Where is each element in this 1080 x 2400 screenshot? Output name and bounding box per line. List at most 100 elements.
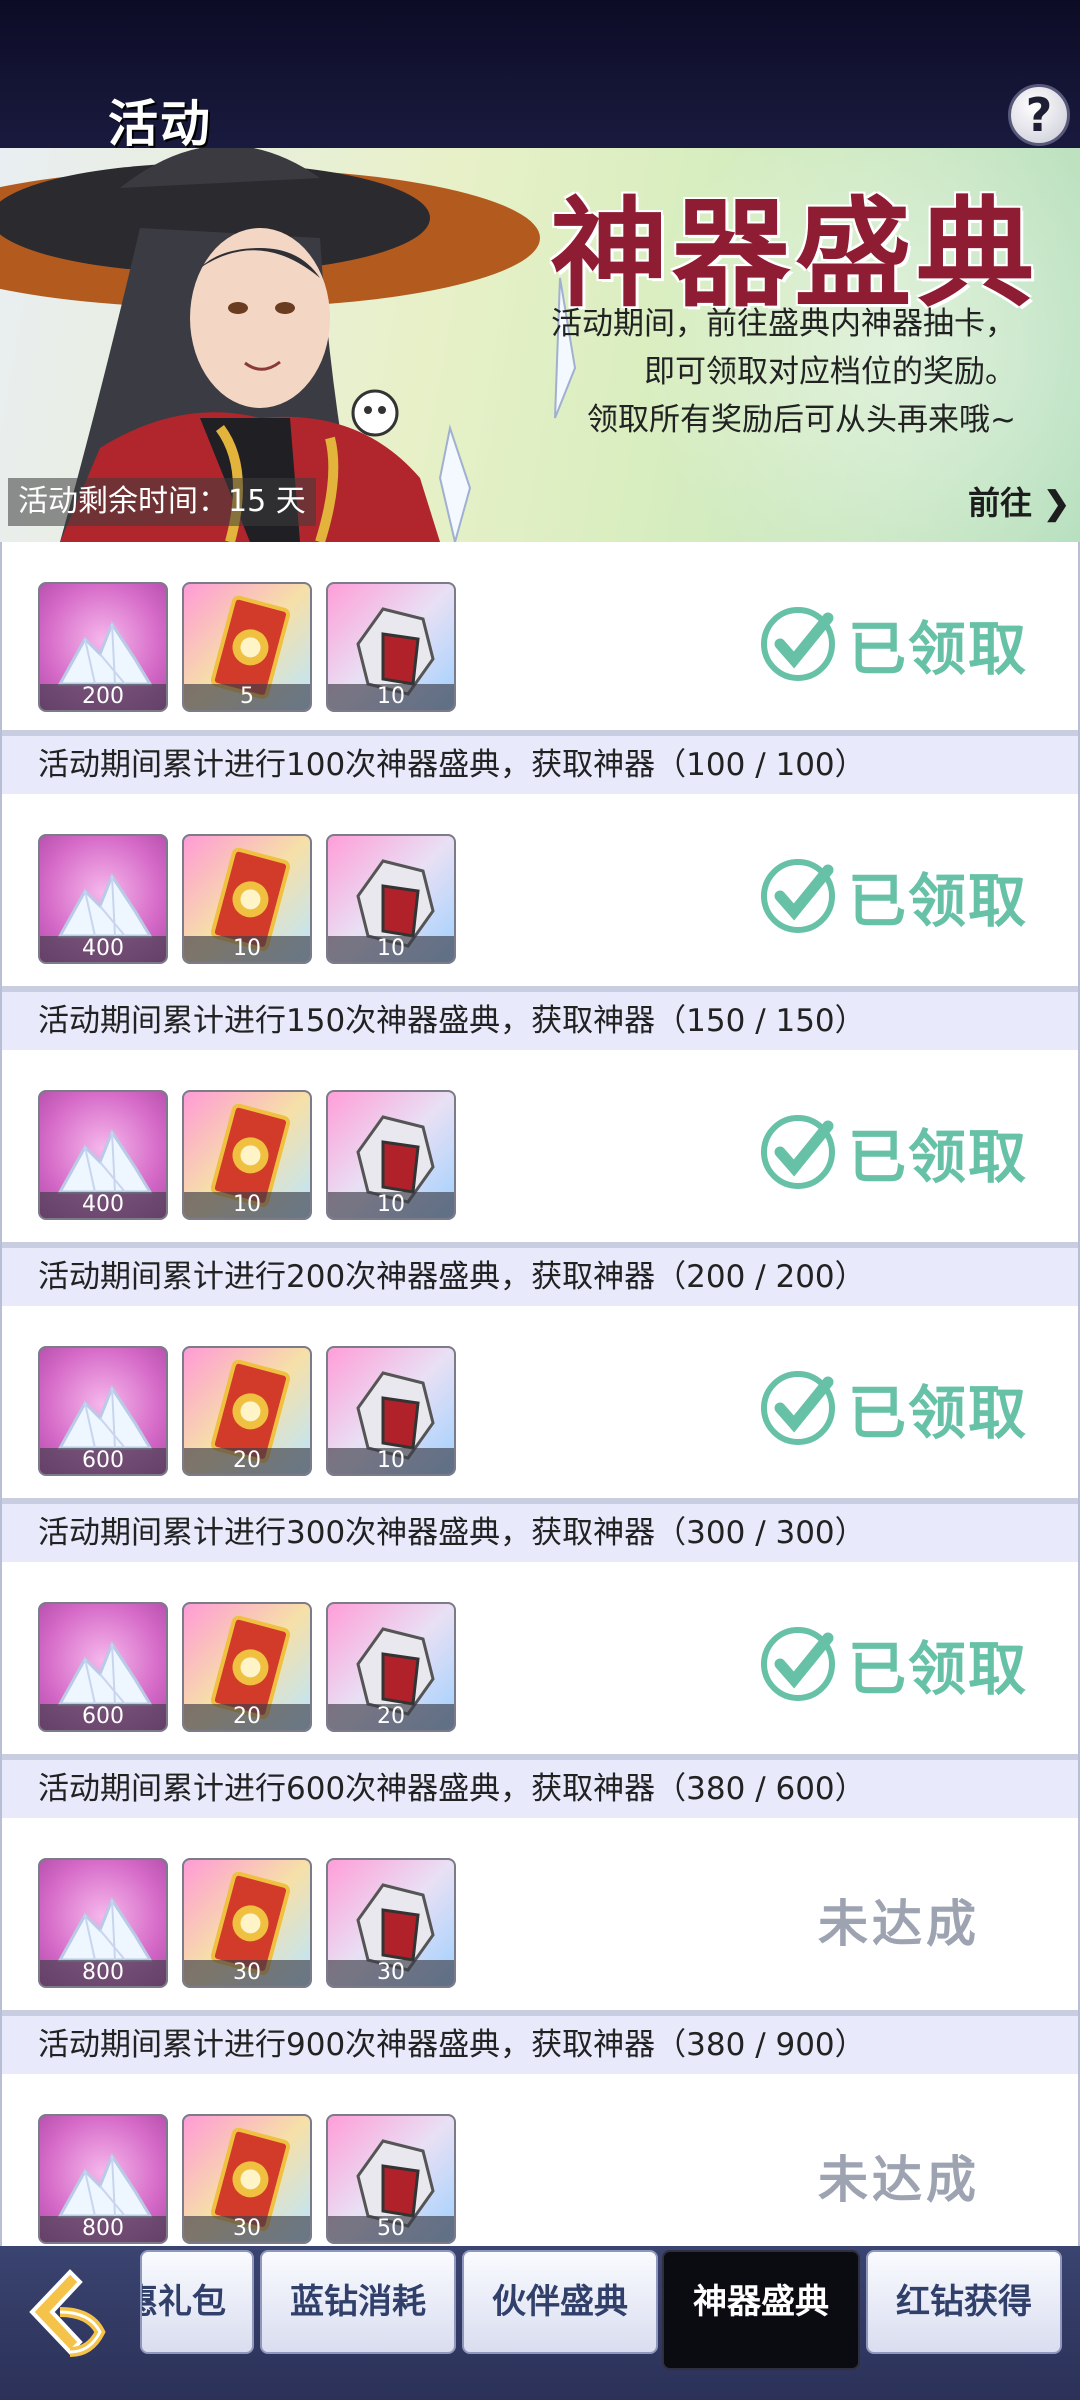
reward-row: 活动期间累计进行300次神器盛典，获取神器（300 / 300） 600 20 20 已… <box>0 1500 1080 1756</box>
row-requirement: 活动期间累计进行200次神器盛典，获取神器（200 / 200） <box>2 1244 1078 1306</box>
item-count: 5 <box>184 684 310 710</box>
item-count: 400 <box>40 936 166 962</box>
check-icon <box>756 1620 840 1708</box>
reward-item[interactable]: 10 <box>326 834 456 964</box>
reward-item[interactable]: 10 <box>326 582 456 712</box>
row-body: 800 30 30 未达成 <box>2 1818 1078 2012</box>
item-count: 20 <box>184 1448 310 1474</box>
item-count: 10 <box>328 1192 454 1218</box>
reward-row: 活动期间累计进行100次神器盛典，获取神器（100 / 100） 400 10 10 已… <box>0 732 1080 988</box>
banner-desc-line-3: 领取所有奖励后可从头再来哦~ <box>587 402 1016 438</box>
reward-item[interactable]: 30 <box>182 1858 312 1988</box>
back-arrow-icon[interactable] <box>20 2262 120 2362</box>
reward-item[interactable]: 600 <box>38 1602 168 1732</box>
pending-status: 未达成 <box>818 1894 980 1953</box>
row-requirement: 活动期间累计进行300次神器盛典，获取神器（300 / 300） <box>2 1500 1078 1562</box>
reward-item[interactable]: 10 <box>182 1090 312 1220</box>
row-requirement: 活动期间累计进行600次神器盛典，获取神器（380 / 600） <box>2 1756 1078 1818</box>
reward-items: 400 10 10 <box>38 1090 456 1220</box>
claimed-status: 已领取 <box>756 1364 1028 1452</box>
goto-button[interactable]: 前往 ❯ <box>968 478 1070 524</box>
claimed-status: 已领取 <box>756 852 1028 940</box>
reward-items: 600 20 20 <box>38 1602 456 1732</box>
banner-desc-line-1: 活动期间，前往盛典内神器抽卡， <box>551 306 1016 342</box>
item-count: 30 <box>184 2216 310 2242</box>
check-icon <box>756 1108 840 1196</box>
top-bar: 活动 ? <box>0 0 1080 153</box>
claimed-label: 已领取 <box>847 1635 1028 1703</box>
claimed-label: 已领取 <box>847 867 1028 935</box>
reward-item[interactable]: 20 <box>182 1346 312 1476</box>
banner-description: 活动期间，前往盛典内神器抽卡， 即可领取对应档位的奖励。 领取所有奖励后可从头再… <box>551 300 1016 444</box>
event-timer: 活动剩余时间：15 天 <box>8 478 316 526</box>
claimed-label: 已领取 <box>847 1379 1028 1447</box>
item-count: 10 <box>184 1192 310 1218</box>
banner-desc-line-2: 即可领取对应档位的奖励。 <box>644 354 1016 390</box>
claimed-status: 已领取 <box>756 600 1028 688</box>
reward-item[interactable]: 20 <box>326 1602 456 1732</box>
item-count: 20 <box>184 1704 310 1730</box>
tab-artifact-event[interactable]: 神器盛典 <box>662 2250 860 2370</box>
check-icon <box>756 852 840 940</box>
reward-row: 活动期间累计进行900次神器盛典，获取神器（380 / 900） 800 30 50 未… <box>0 2012 1080 2268</box>
item-count: 800 <box>40 2216 166 2242</box>
reward-item[interactable]: 20 <box>182 1602 312 1732</box>
row-body: 800 30 50 未达成 <box>2 2074 1078 2268</box>
reward-item[interactable]: 30 <box>182 2114 312 2244</box>
item-count: 600 <box>40 1448 166 1474</box>
item-count: 50 <box>328 2216 454 2242</box>
reward-items: 800 30 50 <box>38 2114 456 2244</box>
item-count: 10 <box>328 684 454 710</box>
claimed-label: 已领取 <box>847 615 1028 683</box>
item-count: 800 <box>40 1960 166 1986</box>
check-icon <box>756 1364 840 1452</box>
item-count: 10 <box>184 936 310 962</box>
item-count: 20 <box>328 1704 454 1730</box>
reward-item[interactable]: 200 <box>38 582 168 712</box>
event-banner: 神器盛典 活动期间，前往盛典内神器抽卡， 即可领取对应档位的奖励。 领取所有奖励… <box>0 148 1080 542</box>
reward-item[interactable]: 800 <box>38 1858 168 1988</box>
row-requirement: 活动期间累计进行100次神器盛典，获取神器（100 / 100） <box>2 732 1078 794</box>
reward-row: 活动期间累计进行600次神器盛典，获取神器（380 / 600） 800 30 30 未… <box>0 1756 1080 2012</box>
item-count: 30 <box>328 1960 454 1986</box>
check-icon <box>756 600 840 688</box>
help-button[interactable]: ? <box>1008 84 1070 146</box>
row-requirement: 活动期间累计进行900次神器盛典，获取神器（380 / 900） <box>2 2012 1078 2074</box>
reward-row: 活动期间累计进行200次神器盛典，获取神器（200 / 200） 600 20 10 已… <box>0 1244 1080 1500</box>
reward-item[interactable]: 5 <box>182 582 312 712</box>
reward-item[interactable]: 800 <box>38 2114 168 2244</box>
reward-items: 400 10 10 <box>38 834 456 964</box>
tab-partner-event[interactable]: 伙伴盛典 <box>462 2250 658 2354</box>
reward-item[interactable]: 10 <box>182 834 312 964</box>
reward-item[interactable]: 10 <box>326 1090 456 1220</box>
row-body: 600 20 20 已领取 <box>2 1562 1078 1756</box>
reward-item[interactable]: 400 <box>38 1090 168 1220</box>
reward-list[interactable]: 200 5 10 已领取 活动期间累计进行100次神器盛典，获取神器（100 / 100… <box>0 542 1080 2268</box>
reward-row: 活动期间累计进行150次神器盛典，获取神器（150 / 150） 400 10 10 已… <box>0 988 1080 1244</box>
item-count: 200 <box>40 684 166 710</box>
claimed-status: 已领取 <box>756 1620 1028 1708</box>
tab-blue-diamond[interactable]: 蓝钻消耗 <box>260 2250 456 2354</box>
item-count: 400 <box>40 1192 166 1218</box>
reward-items: 200 5 10 <box>38 582 456 712</box>
reward-item[interactable]: 10 <box>326 1346 456 1476</box>
reward-item[interactable]: 600 <box>38 1346 168 1476</box>
tab-gift-pack[interactable]: 惠礼包 <box>140 2250 254 2354</box>
reward-item[interactable]: 30 <box>326 1858 456 1988</box>
claimed-label: 已领取 <box>847 1123 1028 1191</box>
row-requirement: 活动期间累计进行150次神器盛典，获取神器（150 / 150） <box>2 988 1078 1050</box>
item-count: 10 <box>328 936 454 962</box>
row-body: 600 20 10 已领取 <box>2 1306 1078 1500</box>
reward-items: 600 20 10 <box>38 1346 456 1476</box>
claimed-status: 已领取 <box>756 1108 1028 1196</box>
page-title: 活动 <box>108 95 212 153</box>
reward-item[interactable]: 50 <box>326 2114 456 2244</box>
reward-item[interactable]: 400 <box>38 834 168 964</box>
row-body: 400 10 10 已领取 <box>2 794 1078 988</box>
chevron-right-icon: ❯ <box>1043 484 1070 522</box>
row-body: 200 5 10 已领取 <box>2 542 1078 732</box>
goto-label: 前往 <box>968 484 1033 522</box>
tab-red-diamond[interactable]: 红钻获得 <box>866 2250 1062 2354</box>
item-count: 600 <box>40 1704 166 1730</box>
pending-status: 未达成 <box>818 2150 980 2209</box>
